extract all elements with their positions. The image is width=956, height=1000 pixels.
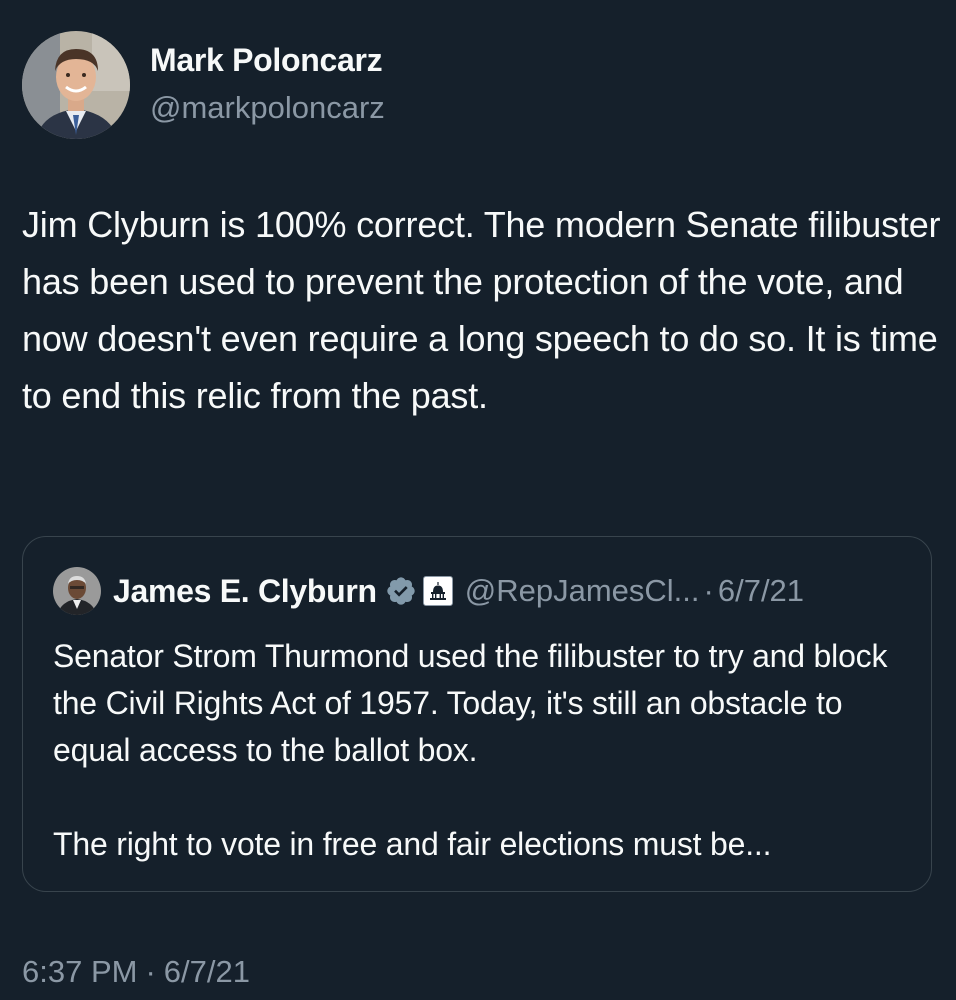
tweet-date: 6/7/21 [163, 954, 250, 989]
tweet-timestamp[interactable]: 6:37 PM · 6/7/21 [22, 954, 250, 990]
quoted-tweet-text-continued: The right to vote in free and fair elect… [53, 826, 772, 862]
author-handle[interactable]: @markpoloncarz [150, 90, 385, 126]
quoted-author-handle[interactable]: @RepJamesCl... [465, 573, 700, 609]
tweet-time: 6:37 PM [22, 954, 138, 989]
tweet: Mark Poloncarz @markpoloncarz Jim Clybur… [0, 0, 956, 1000]
quoted-tweet-text: Senator Strom Thurmond used the filibust… [53, 638, 888, 768]
quoted-author-avatar[interactable] [53, 567, 101, 615]
quoted-tweet-card[interactable]: James E. Clyburn @RepJamesCl... · 6/7/21… [22, 536, 932, 892]
quoted-tweet-date[interactable]: 6/7/21 [718, 573, 804, 609]
government-capitol-icon [422, 576, 453, 606]
quoted-author-name[interactable]: James E. Clyburn [113, 573, 377, 610]
verified-badge-icon [387, 577, 415, 605]
tweet-text: Jim Clyburn is 100% correct. The modern … [22, 204, 941, 416]
author-name[interactable]: Mark Poloncarz [150, 42, 383, 79]
timestamp-separator: · [145, 954, 156, 989]
author-avatar[interactable] [22, 31, 130, 139]
quoted-tweet-header: James E. Clyburn @RepJamesCl... · 6/7/21 [53, 567, 804, 615]
header-separator: · [703, 573, 714, 608]
